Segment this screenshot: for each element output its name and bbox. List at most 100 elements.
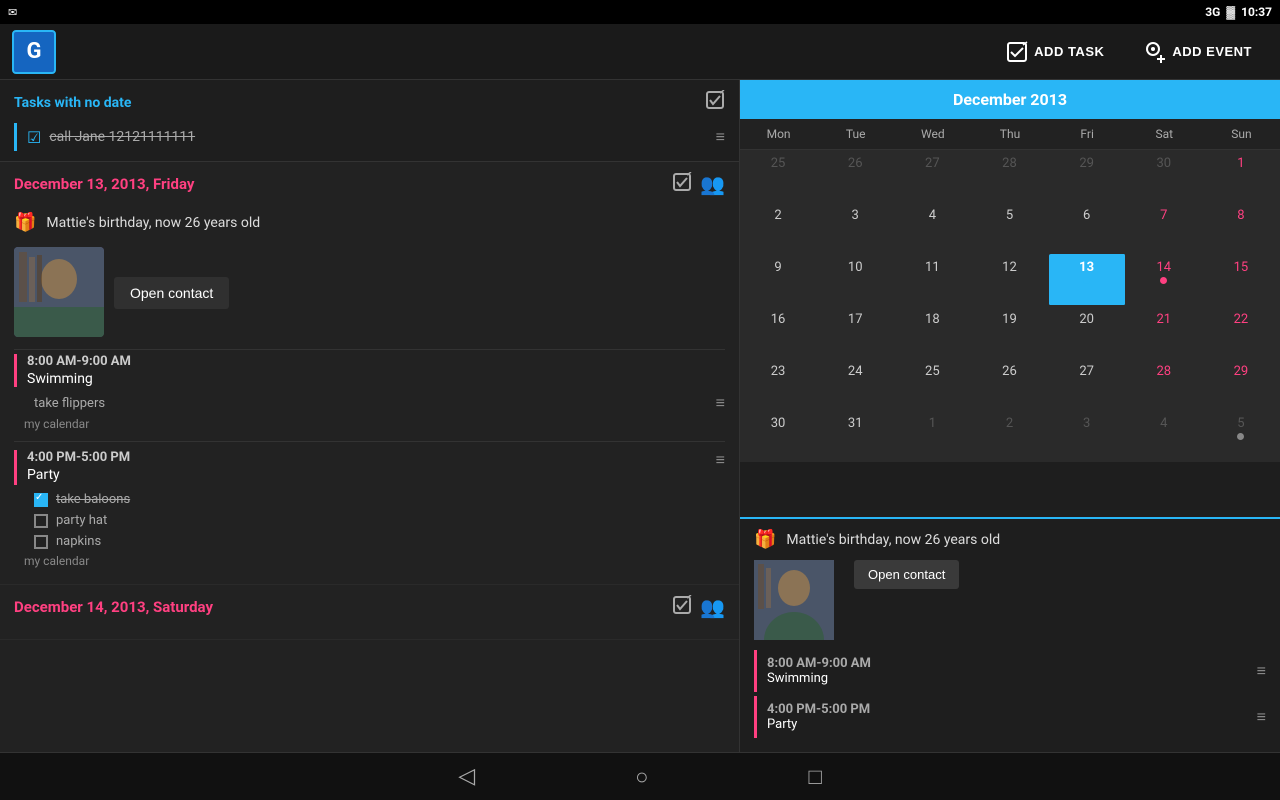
cal-day-30[interactable]: 30 bbox=[740, 410, 817, 462]
cal-day-25[interactable]: 25 bbox=[894, 358, 971, 410]
cal-day-3[interactable]: 3 bbox=[817, 202, 894, 254]
cal-day-2-next[interactable]: 2 bbox=[971, 410, 1048, 462]
cal-day-26-prev[interactable]: 26 bbox=[817, 150, 894, 202]
swimming-note-text: take flippers bbox=[34, 396, 105, 411]
cal-header-mon: Mon bbox=[740, 119, 817, 150]
cal-day-28-prev[interactable]: 28 bbox=[971, 150, 1048, 202]
cal-day-14[interactable]: 14 bbox=[1126, 254, 1203, 306]
cal-day-19[interactable]: 19 bbox=[971, 306, 1048, 358]
open-contact-button[interactable]: Open contact bbox=[114, 277, 229, 309]
cal-day-18[interactable]: 18 bbox=[894, 306, 971, 358]
day2-task-icon[interactable] bbox=[672, 595, 692, 619]
birthday-text: Mattie's birthday, now 26 years old bbox=[46, 215, 260, 231]
cal-day-5-next[interactable]: 5 bbox=[1203, 410, 1280, 462]
cal-day-10[interactable]: 10 bbox=[817, 254, 894, 306]
day1-task-icon[interactable] bbox=[672, 172, 692, 196]
cal-header-fri: Fri bbox=[1049, 119, 1126, 150]
cal-day-15[interactable]: 15 bbox=[1203, 254, 1280, 306]
cal-day-5[interactable]: 5 bbox=[971, 202, 1048, 254]
contact-card: Open contact bbox=[14, 239, 725, 345]
party-menu-icon[interactable]: ≡ bbox=[716, 450, 725, 470]
cal-header-tue: Tue bbox=[817, 119, 894, 150]
cal-day-31[interactable]: 31 bbox=[817, 410, 894, 462]
cal-day-23[interactable]: 23 bbox=[740, 358, 817, 410]
hat-text: party hat bbox=[56, 513, 107, 528]
cal-day-3-next[interactable]: 3 bbox=[1049, 410, 1126, 462]
cal-day-4[interactable]: 4 bbox=[894, 202, 971, 254]
cal-header-thu: Thu bbox=[971, 119, 1048, 150]
cal-day-27-prev[interactable]: 27 bbox=[894, 150, 971, 202]
cal-day-22[interactable]: 22 bbox=[1203, 306, 1280, 358]
cal-dot-pink bbox=[1160, 277, 1167, 284]
cal-day-29-prev[interactable]: 29 bbox=[1049, 150, 1126, 202]
day2-actions: 👥 bbox=[672, 595, 725, 619]
cal-day-2[interactable]: 2 bbox=[740, 202, 817, 254]
swimming-menu-icon[interactable]: ≡ bbox=[716, 393, 725, 413]
swimming-name: Swimming bbox=[27, 371, 725, 387]
swimming-calendar: my calendar bbox=[14, 415, 725, 437]
hat-checkbox[interactable] bbox=[34, 514, 48, 528]
tasks-title: Tasks with no date bbox=[14, 95, 131, 111]
cal-day-9[interactable]: 9 bbox=[740, 254, 817, 306]
cal-day-30-prev[interactable]: 30 bbox=[1126, 150, 1203, 202]
task-menu-icon[interactable]: ≡ bbox=[716, 127, 725, 147]
cal-day-24[interactable]: 24 bbox=[817, 358, 894, 410]
cal-day-12[interactable]: 12 bbox=[971, 254, 1048, 306]
tasks-section: Tasks with no date ☑ call Jane 121211111… bbox=[0, 80, 739, 162]
back-button[interactable]: ◁ bbox=[438, 756, 495, 797]
cal-day-6[interactable]: 6 bbox=[1049, 202, 1126, 254]
add-task-button[interactable]: ADD TASK bbox=[990, 33, 1120, 71]
cal-day-27[interactable]: 27 bbox=[1049, 358, 1126, 410]
panel-party-time: 4:00 PM-5:00 PM bbox=[767, 702, 870, 717]
status-left: ✉ bbox=[8, 6, 17, 19]
add-event-button[interactable]: ADD EVENT bbox=[1128, 33, 1268, 71]
left-panel: Tasks with no date ☑ call Jane 121211111… bbox=[0, 80, 740, 752]
panel-party-event[interactable]: 4:00 PM-5:00 PM Party ≡ bbox=[754, 696, 1266, 738]
party-event[interactable]: 4:00 PM-5:00 PM Party bbox=[14, 450, 716, 485]
cal-day-20[interactable]: 20 bbox=[1049, 306, 1126, 358]
cal-day-13-today[interactable]: 13 bbox=[1049, 254, 1126, 306]
panel-birthday-text: Mattie's birthday, now 26 years old bbox=[786, 532, 1000, 548]
day2-contact-icon[interactable]: 👥 bbox=[700, 595, 725, 619]
cal-day-26[interactable]: 26 bbox=[971, 358, 1048, 410]
recents-button[interactable]: □ bbox=[788, 756, 841, 798]
swimming-time: 8:00 AM-9:00 AM bbox=[27, 354, 725, 369]
cal-day-1-next[interactable]: 1 bbox=[894, 410, 971, 462]
cal-day-16[interactable]: 16 bbox=[740, 306, 817, 358]
cal-day-1[interactable]: 1 bbox=[1203, 150, 1280, 202]
panel-party-name: Party bbox=[767, 717, 870, 732]
calendar-container: December 2013 Mon Tue Wed Thu Fri Sat Su… bbox=[740, 80, 1280, 517]
home-button[interactable]: ○ bbox=[615, 756, 668, 798]
day2-section: December 14, 2013, Saturday 👥 bbox=[0, 585, 739, 640]
day1-contact-icon[interactable]: 👥 bbox=[700, 172, 725, 196]
cal-day-29[interactable]: 29 bbox=[1203, 358, 1280, 410]
cal-day-17[interactable]: 17 bbox=[817, 306, 894, 358]
task-item: ☑ call Jane 12121111111 ≡ bbox=[14, 123, 725, 151]
cal-day-7[interactable]: 7 bbox=[1126, 202, 1203, 254]
cal-day-4-next[interactable]: 4 bbox=[1126, 410, 1203, 462]
cal-header-sat: Sat bbox=[1126, 119, 1203, 150]
panel-swimming-event[interactable]: 8:00 AM-9:00 AM Swimming ≡ bbox=[754, 650, 1266, 692]
panel-swimming-time: 8:00 AM-9:00 AM bbox=[767, 656, 871, 671]
cal-dot-gray bbox=[1237, 433, 1244, 440]
add-task-label: ADD TASK bbox=[1034, 44, 1104, 59]
baloons-checkbox[interactable] bbox=[34, 493, 48, 507]
cal-day-28[interactable]: 28 bbox=[1126, 358, 1203, 410]
panel-open-contact-button[interactable]: Open contact bbox=[854, 560, 959, 589]
cal-day-11[interactable]: 11 bbox=[894, 254, 971, 306]
panel-swimming-menu[interactable]: ≡ bbox=[1257, 661, 1266, 681]
napkins-text: napkins bbox=[56, 534, 101, 549]
gift-icon: 🎁 bbox=[14, 212, 36, 233]
cal-day-25-prev[interactable]: 25 bbox=[740, 150, 817, 202]
add-event-icon bbox=[1144, 41, 1166, 63]
panel-party-menu[interactable]: ≡ bbox=[1257, 707, 1266, 727]
tasks-edit-icon[interactable] bbox=[705, 90, 725, 115]
day2-title: December 14, 2013, Saturday bbox=[14, 598, 213, 616]
napkins-checkbox[interactable] bbox=[34, 535, 48, 549]
cal-day-21[interactable]: 21 bbox=[1126, 306, 1203, 358]
app-logo: G bbox=[12, 30, 56, 74]
party-name: Party bbox=[27, 467, 716, 483]
cal-day-8[interactable]: 8 bbox=[1203, 202, 1280, 254]
cal-header-sun: Sun bbox=[1203, 119, 1280, 150]
swimming-event[interactable]: 8:00 AM-9:00 AM Swimming bbox=[14, 354, 725, 387]
